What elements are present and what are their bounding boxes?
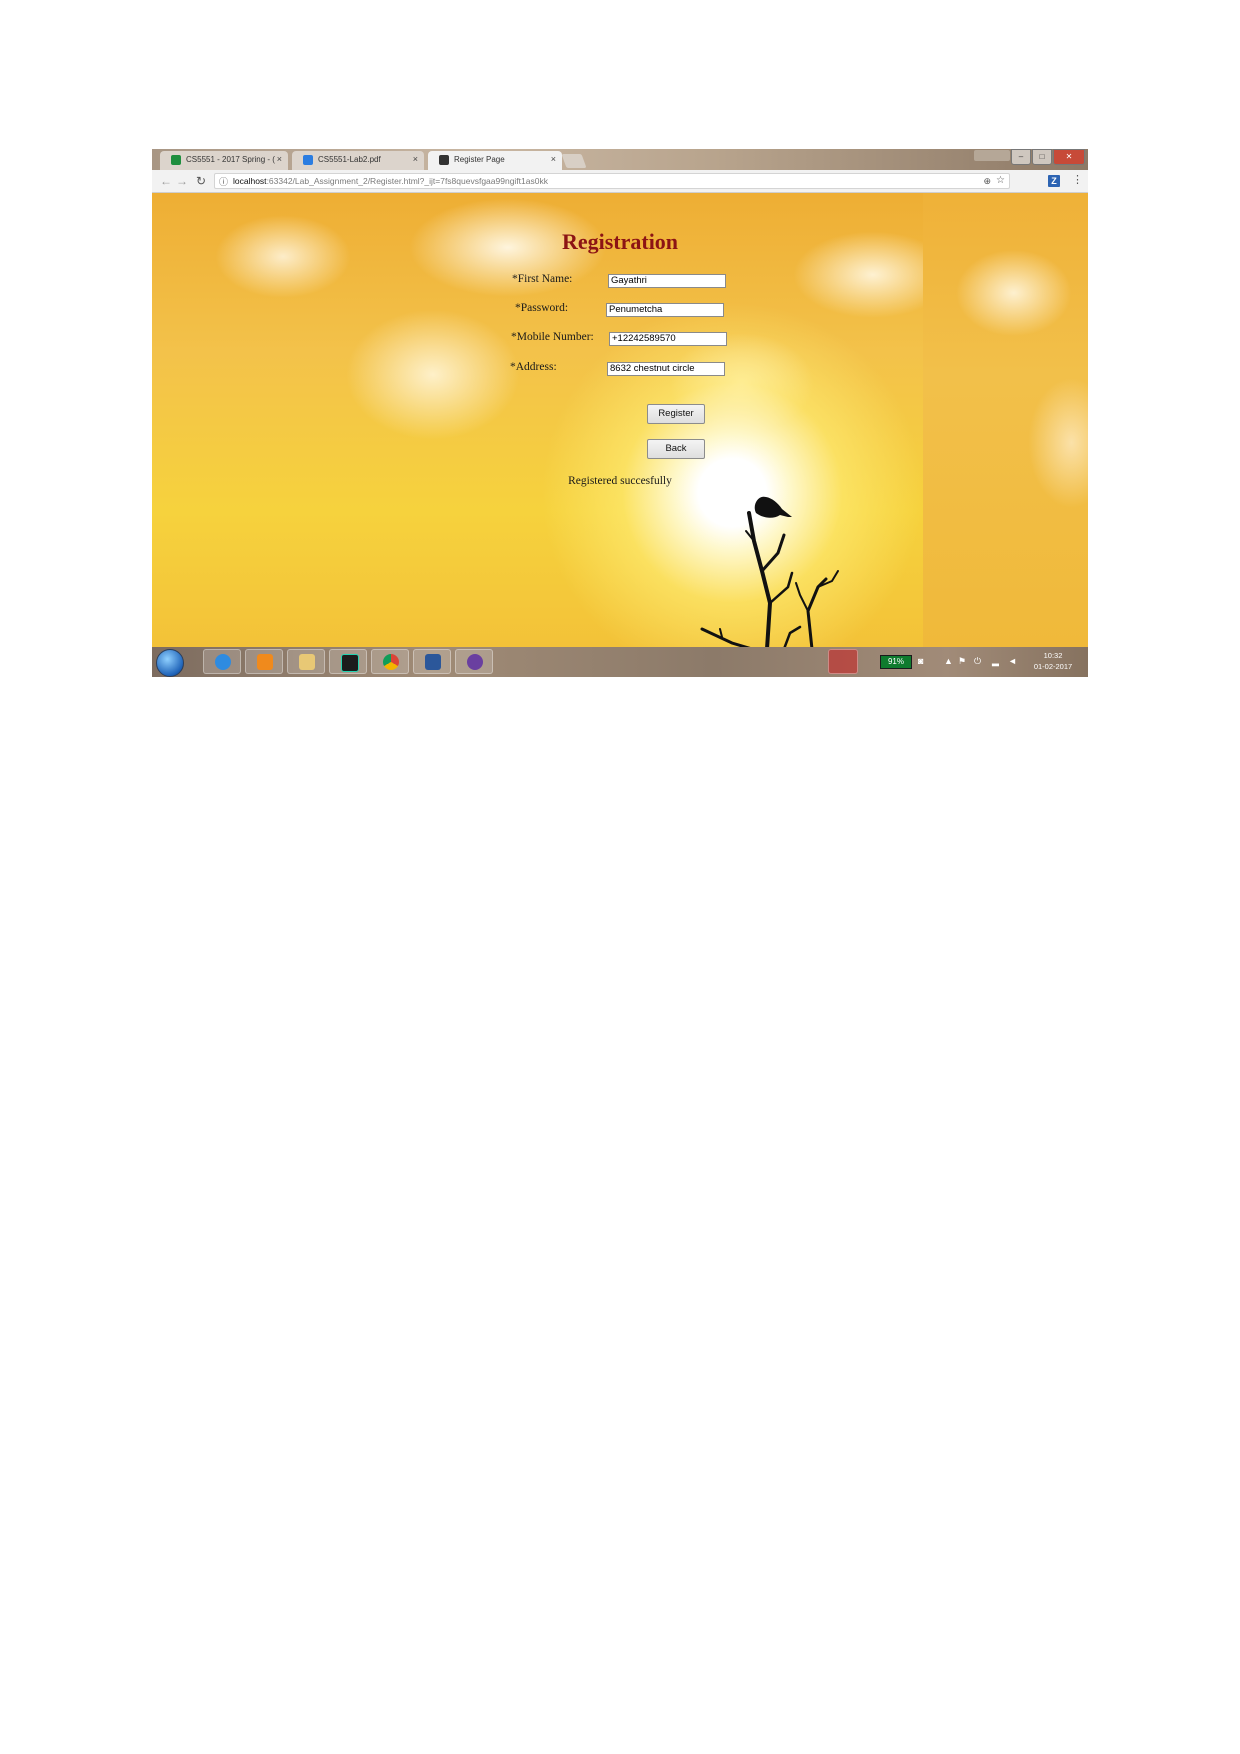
address-input[interactable]: 8632 chestnut circle bbox=[607, 362, 725, 376]
battery-indicator[interactable]: 91% bbox=[880, 655, 912, 669]
maximize-icon[interactable]: □ bbox=[1032, 149, 1052, 165]
back-arrow-icon[interactable]: ← bbox=[160, 174, 172, 188]
sheets-icon bbox=[171, 155, 181, 165]
tab-register-page[interactable]: Register Page × bbox=[428, 151, 562, 170]
tab-label: CS5551-Lab2.pdf bbox=[318, 155, 381, 164]
camera-icon[interactable]: ◙ bbox=[918, 656, 923, 666]
mobile-number-label: *Mobile Number: bbox=[511, 331, 594, 343]
webstorm-icon bbox=[439, 155, 449, 165]
browser-menu-icon[interactable]: ⋮ bbox=[1072, 173, 1083, 186]
tab-label: Register Page bbox=[454, 155, 505, 164]
minimize-icon[interactable]: – bbox=[1011, 149, 1031, 165]
close-icon[interactable]: × bbox=[277, 154, 282, 164]
taskbar: 91% ◙ ▲ ⚑ ⏻ ▂ ◄ 10:32 01-02-2017 bbox=[152, 647, 1088, 677]
window-close-icon[interactable]: ✕ bbox=[1053, 149, 1085, 165]
volume-icon[interactable]: ◄ bbox=[1008, 656, 1017, 666]
close-icon[interactable]: × bbox=[551, 154, 556, 164]
clock-time: 10:32 bbox=[1043, 651, 1063, 660]
address-bar[interactable]: ⓘ localhost:63342/Lab_Assignment_2/Regis… bbox=[214, 173, 1010, 189]
zoom-icon[interactable]: ⊕ bbox=[983, 174, 991, 188]
url-path: :63342/Lab_Assignment_2/Register.html?_i… bbox=[266, 176, 548, 186]
power-icon[interactable]: ⏻ bbox=[974, 656, 981, 667]
bookmark-star-icon[interactable]: ☆ bbox=[996, 174, 1005, 188]
forward-arrow-icon[interactable]: → bbox=[176, 174, 188, 188]
password-input[interactable]: Penumetcha bbox=[606, 303, 724, 317]
tab-cs5551-spring[interactable]: CS5551 - 2017 Spring - ( × bbox=[160, 151, 288, 170]
profile-chip[interactable] bbox=[974, 150, 1010, 161]
mobile-number-input[interactable]: +12242589570 bbox=[609, 332, 727, 346]
clock-date: 01-02-2017 bbox=[1033, 662, 1073, 671]
extension-button[interactable]: Z bbox=[1048, 175, 1060, 187]
url-host: localhost bbox=[233, 176, 267, 186]
flag-icon[interactable]: ⚑ bbox=[958, 656, 966, 667]
status-message: Registered succesfully bbox=[568, 475, 672, 487]
bird-icon bbox=[754, 496, 792, 518]
first-name-label: *First Name: bbox=[512, 273, 573, 285]
info-icon[interactable]: ⓘ bbox=[219, 175, 228, 189]
internet-explorer-icon[interactable] bbox=[203, 649, 241, 674]
close-icon[interactable]: × bbox=[413, 154, 418, 164]
github-icon[interactable] bbox=[455, 649, 493, 674]
word-icon[interactable] bbox=[413, 649, 451, 674]
media-player-icon[interactable] bbox=[245, 649, 283, 674]
notification-icon[interactable] bbox=[828, 649, 858, 674]
bird-on-branch-silhouette bbox=[700, 496, 839, 647]
dropbox-icon bbox=[303, 155, 313, 165]
chrome-icon[interactable] bbox=[371, 649, 409, 674]
reload-icon[interactable]: ↻ bbox=[196, 174, 206, 188]
first-name-input[interactable]: Gayathri bbox=[608, 274, 726, 288]
back-button[interactable]: Back bbox=[647, 439, 705, 459]
tab-lab2-pdf[interactable]: CS5551-Lab2.pdf × bbox=[292, 151, 424, 170]
browser-toolbar: ← → ↻ ⓘ localhost:63342/Lab_Assignment_2… bbox=[152, 170, 1088, 193]
address-label: *Address: bbox=[510, 361, 557, 373]
window-controls: – □ ✕ bbox=[1011, 149, 1085, 165]
new-tab-button[interactable] bbox=[561, 154, 587, 168]
network-icon[interactable]: ▂ bbox=[992, 656, 999, 667]
page-viewport: Registration *First Name: Gayathri *Pass… bbox=[152, 193, 1088, 647]
tab-label: CS5551 - 2017 Spring - ( bbox=[186, 155, 275, 164]
screenshot: CS5551 - 2017 Spring - ( × CS5551-Lab2.p… bbox=[152, 149, 1088, 677]
file-explorer-icon[interactable] bbox=[287, 649, 325, 674]
show-hidden-icons[interactable]: ▲ bbox=[944, 656, 953, 666]
page-title: Registration bbox=[561, 229, 679, 254]
password-label: *Password: bbox=[515, 302, 569, 314]
browser-tab-strip: CS5551 - 2017 Spring - ( × CS5551-Lab2.p… bbox=[152, 149, 1088, 170]
webstorm-icon[interactable] bbox=[329, 649, 367, 674]
start-button[interactable] bbox=[156, 649, 184, 677]
register-button[interactable]: Register bbox=[647, 404, 705, 424]
system-clock[interactable]: 10:32 01-02-2017 bbox=[1028, 650, 1078, 672]
background-image bbox=[923, 193, 1088, 647]
